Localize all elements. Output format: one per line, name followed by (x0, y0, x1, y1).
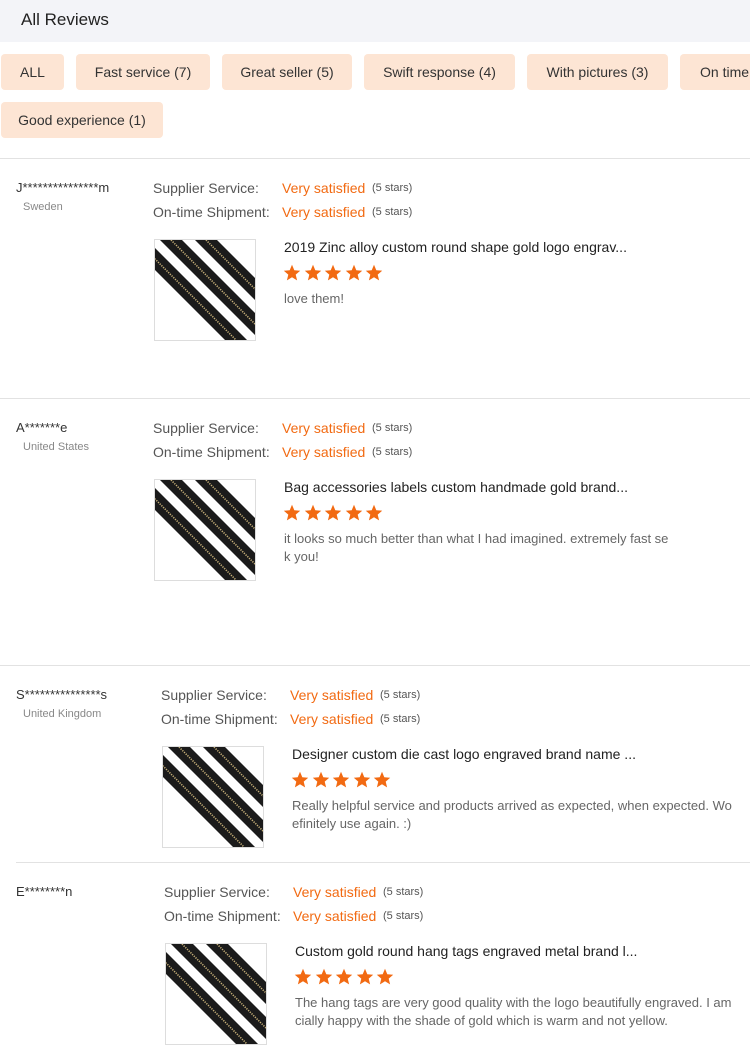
star-icon (335, 968, 353, 985)
star-icon (283, 264, 301, 281)
ontime-shipment-value: Very satisfied (282, 444, 366, 460)
reviewer-name: S***************s (16, 687, 108, 702)
ontime-shipment-label: On-time Shipment: (161, 711, 278, 727)
review-comment-line: cially happy with the shade of gold whic… (295, 1013, 668, 1028)
ontime-shipment-label: On-time Shipment: (164, 908, 281, 924)
reviewer-name: J***************m (16, 180, 110, 195)
rating-stars (291, 771, 394, 789)
zipper-graphic (163, 747, 263, 847)
zipper-graphic (166, 944, 266, 1044)
rating-stars (294, 968, 397, 986)
zipper-product-image[interactable] (154, 239, 256, 341)
star-icon (294, 968, 312, 985)
product-title-link[interactable]: Custom gold round hang tags engraved met… (295, 943, 637, 959)
star-icon (304, 264, 321, 281)
reviewer-name: E********n (16, 884, 73, 899)
supplier-service-value: Very satisfied (290, 687, 374, 703)
star-icon (345, 504, 362, 521)
star-icon (315, 968, 332, 985)
supplier-service-label: Supplier Service: (153, 420, 259, 436)
star-icon (353, 771, 370, 788)
reviews-header: All Reviews (0, 0, 750, 42)
star-icon (332, 771, 350, 788)
star-icon (345, 264, 362, 281)
star-icon (324, 264, 342, 281)
star-icon (304, 504, 321, 521)
zipper-product-image[interactable] (165, 943, 267, 1045)
review-comment: it looks so much better than what I had … (284, 530, 690, 566)
filter-chip-on-time[interactable]: On time (680, 54, 750, 90)
zipper-product-image[interactable] (154, 479, 256, 581)
ontime-shipment-value: Very satisfied (293, 908, 377, 924)
reviewer-country: United States (23, 441, 90, 453)
filter-chip-fast-service[interactable]: Fast service (7) (76, 54, 210, 90)
star-icon (291, 771, 309, 788)
supplier-service-label: Supplier Service: (153, 180, 259, 196)
rating-stars (283, 264, 386, 282)
reviewer-country: United Kingdom (23, 708, 102, 720)
supplier-service-label: Supplier Service: (164, 884, 270, 900)
product-title-link[interactable]: Bag accessories labels custom handmade g… (284, 479, 628, 495)
ontime-shipment-stars: (5 stars) (372, 446, 413, 458)
filter-chip-swift-response[interactable]: Swift response (4) (364, 54, 515, 90)
zipper-graphic (155, 240, 255, 340)
star-icon (376, 968, 394, 985)
review-comment-line: it looks so much better than what I had … (284, 531, 669, 546)
star-icon (312, 771, 329, 788)
star-icon (365, 264, 383, 281)
ontime-shipment-stars: (5 stars) (372, 206, 413, 218)
product-title-link[interactable]: 2019 Zinc alloy custom round shape gold … (284, 239, 627, 255)
reviewer-name: A*******e (16, 420, 68, 435)
supplier-service-value: Very satisfied (293, 884, 377, 900)
zipper-graphic (155, 480, 255, 580)
filter-chip-all[interactable]: ALL (1, 54, 64, 90)
supplier-service-label: Supplier Service: (161, 687, 267, 703)
divider (0, 665, 750, 666)
review-comment-line: Really helpful service and products arri… (292, 798, 732, 813)
star-icon (373, 771, 391, 788)
filter-chip-great-seller[interactable]: Great seller (5) (222, 54, 352, 90)
divider (0, 398, 750, 399)
divider (0, 158, 750, 159)
supplier-service-value: Very satisfied (282, 180, 366, 196)
divider (16, 862, 750, 863)
ontime-shipment-label: On-time Shipment: (153, 444, 270, 460)
supplier-service-value: Very satisfied (282, 420, 366, 436)
review-comment-line: The hang tags are very good quality with… (295, 995, 732, 1010)
supplier-service-stars: (5 stars) (372, 182, 413, 194)
product-title-link[interactable]: Designer custom die cast logo engraved b… (292, 746, 636, 762)
review-comment: Really helpful service and products arri… (292, 797, 750, 833)
review-comment: love them! (284, 290, 690, 308)
star-icon (283, 504, 301, 521)
star-icon (365, 504, 383, 521)
supplier-service-stars: (5 stars) (380, 689, 421, 701)
star-icon (356, 968, 373, 985)
review-comment: The hang tags are very good quality with… (295, 994, 750, 1030)
ontime-shipment-value: Very satisfied (282, 204, 366, 220)
reviewer-country: Sweden (23, 201, 63, 213)
zipper-product-image[interactable] (162, 746, 264, 848)
review-comment-line: love them! (284, 291, 344, 306)
supplier-service-stars: (5 stars) (383, 886, 424, 898)
supplier-service-stars: (5 stars) (372, 422, 413, 434)
page-title: All Reviews (21, 10, 109, 29)
ontime-shipment-label: On-time Shipment: (153, 204, 270, 220)
star-icon (324, 504, 342, 521)
filter-chip-with-pictures[interactable]: With pictures (3) (527, 54, 668, 90)
ontime-shipment-value: Very satisfied (290, 711, 374, 727)
review-comment-line: efinitely use again. :) (292, 816, 412, 831)
review-comment-line: k you! (284, 549, 319, 564)
ontime-shipment-stars: (5 stars) (383, 910, 424, 922)
rating-stars (283, 504, 386, 522)
filter-chip-good-experience[interactable]: Good experience (1) (1, 102, 163, 138)
ontime-shipment-stars: (5 stars) (380, 713, 421, 725)
